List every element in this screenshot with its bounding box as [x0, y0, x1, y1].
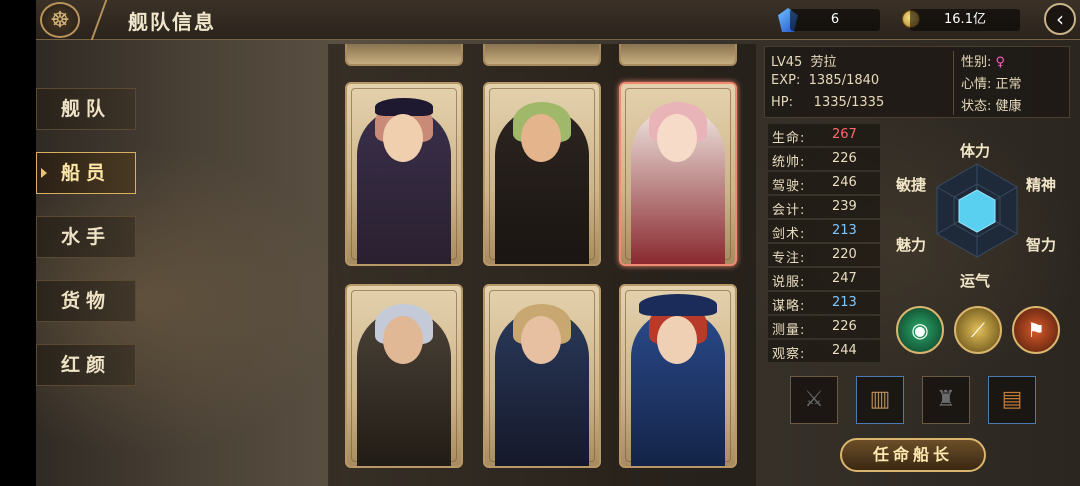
stat-label: 驾驶: — [772, 179, 806, 194]
appoint-captain-button[interactable]: 任命船长 — [840, 438, 986, 472]
stat-row: 观察: 244 — [768, 340, 880, 362]
radar-label-stamina: 体力 — [960, 142, 991, 160]
gold-count: 16.1亿 — [910, 9, 1020, 31]
sword-slot-icon[interactable]: ⚔ — [790, 376, 838, 424]
stat-value: 220 — [832, 247, 857, 262]
stat-label: 谋略: — [772, 299, 806, 314]
crew-face — [521, 316, 561, 364]
female-icon: ♀ — [995, 55, 1006, 70]
stat-value: 246 — [832, 175, 857, 190]
stat-label: 测量: — [772, 323, 806, 338]
menu-item-sailors[interactable]: 水手 — [36, 216, 136, 258]
radar-label-spirit: 精神 — [1026, 176, 1057, 194]
mood-value: 正常 — [995, 77, 1022, 92]
attribute-radar: 体力 精神 智力 运气 魅力 敏捷 — [884, 124, 1070, 300]
hp-label: HP: — [771, 95, 793, 110]
crew-card[interactable] — [483, 82, 601, 266]
crew-card-partial[interactable] — [345, 44, 463, 66]
stat-value: 267 — [832, 127, 857, 142]
radar-label-agility: 敏捷 — [896, 176, 927, 194]
coat-icon[interactable]: ▥ — [856, 376, 904, 424]
crew-card-partial[interactable] — [619, 44, 737, 66]
stat-value: 226 — [832, 319, 857, 334]
stat-value: 213 — [832, 295, 857, 310]
stat-row: 会计: 239 — [768, 196, 880, 218]
crew-face — [657, 114, 697, 162]
info-divider — [953, 51, 954, 115]
stat-value: 244 — [832, 343, 857, 358]
menu-item-beauties[interactable]: 红颜 — [36, 344, 136, 386]
crew-card[interactable] — [483, 284, 601, 468]
crew-info-panel: LV45 劳拉 EXP: 1385/1840 HP: 1335/1335 性别:… — [764, 46, 1070, 118]
book-icon[interactable]: ▤ — [988, 376, 1036, 424]
crew-face — [383, 114, 423, 162]
stat-value: 239 — [832, 199, 857, 214]
stat-row: 说服: 247 — [768, 268, 880, 290]
stat-value: 213 — [832, 223, 857, 238]
tricorn-hat — [639, 294, 717, 316]
exp-value: 1385/1840 — [808, 73, 880, 88]
stat-row: 统帅: 226 — [768, 148, 880, 170]
menu-item-fleet[interactable]: 舰队 — [36, 88, 136, 130]
stat-label: 会计: — [772, 203, 806, 218]
crew-name: 劳拉 — [810, 55, 837, 70]
gender-label: 性别: — [961, 55, 992, 70]
eye-skill-icon[interactable]: ◉ — [896, 306, 944, 354]
stat-row: 谋略: 213 — [768, 292, 880, 314]
trophy-slot-icon[interactable]: ♜ — [922, 376, 970, 424]
menu-item-crew[interactable]: 船员 — [36, 152, 136, 194]
stats-list: 生命: 267 统帅: 226 驾驶: 246 会计: 239 剑术: 213 专注: 220 说服: 2… — [768, 124, 880, 368]
back-button[interactable]: ‹ — [1044, 3, 1076, 35]
stat-value: 247 — [832, 271, 857, 286]
back-arrow-icon: ‹ — [1056, 7, 1064, 31]
gem-count: 6 — [790, 9, 880, 31]
stat-row: 专注: 220 — [768, 244, 880, 266]
stat-value: 226 — [832, 151, 857, 166]
status-label: 状态: — [961, 99, 992, 114]
status-value: 健康 — [995, 99, 1022, 114]
stat-label: 观察: — [772, 347, 806, 362]
crew-card[interactable] — [619, 284, 737, 468]
crew-card[interactable] — [345, 284, 463, 468]
ship-wheel-icon: ☸ — [40, 2, 80, 38]
crew-face — [383, 316, 423, 364]
menu-item-cargo[interactable]: 货物 — [36, 280, 136, 322]
stat-label: 说服: — [772, 275, 806, 290]
stat-row: 驾驶: 246 — [768, 172, 880, 194]
mood-label: 心情: — [961, 77, 992, 92]
page-title: 舰队信息 — [128, 10, 216, 34]
crew-card-partial[interactable] — [483, 44, 601, 66]
crew-face — [521, 114, 561, 162]
crew-level: LV45 — [771, 55, 803, 70]
stat-row: 剑术: 213 — [768, 220, 880, 242]
spyglass-skill-icon[interactable]: ⟋ — [954, 306, 1002, 354]
crew-face — [657, 316, 697, 364]
banner-skill-icon[interactable]: ⚑ — [1012, 306, 1060, 354]
radar-label-charm: 魅力 — [896, 236, 927, 254]
hp-value: 1335/1335 — [813, 95, 885, 110]
radar-label-luck: 运气 — [960, 272, 991, 290]
stat-row: 测量: 226 — [768, 316, 880, 338]
crew-card[interactable] — [345, 82, 463, 266]
exp-label: EXP: — [771, 73, 801, 88]
crew-grid — [328, 44, 756, 486]
crew-card-selected[interactable] — [619, 82, 737, 266]
left-strip — [0, 0, 36, 486]
stat-label: 生命: — [772, 131, 806, 146]
radar-label-intellect: 智力 — [1026, 236, 1057, 254]
stat-label: 统帅: — [772, 155, 806, 170]
stat-label: 专注: — [772, 251, 806, 266]
stat-row: 生命: 267 — [768, 124, 880, 146]
stat-label: 剑术: — [772, 227, 806, 242]
